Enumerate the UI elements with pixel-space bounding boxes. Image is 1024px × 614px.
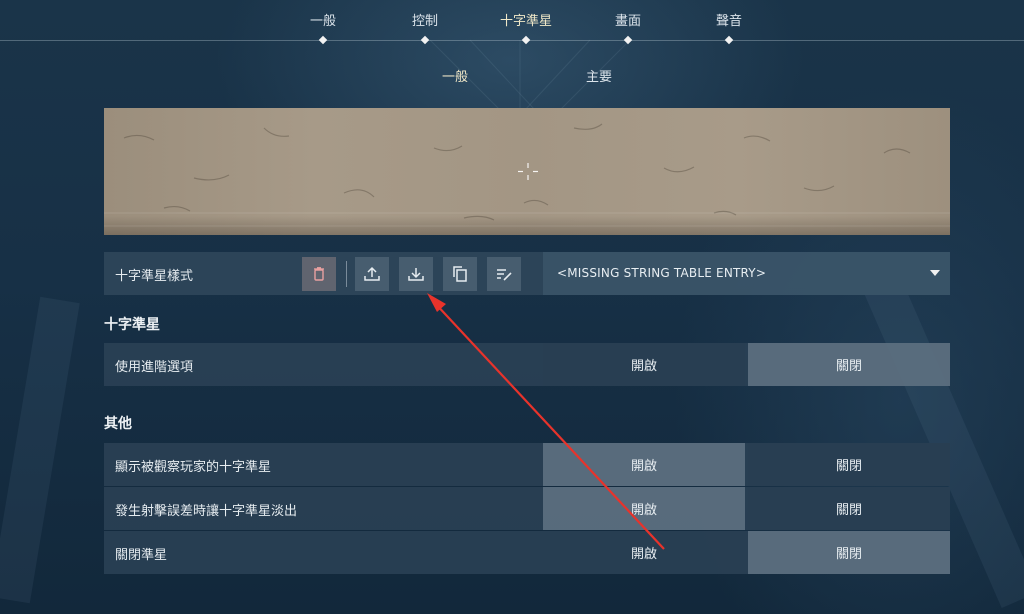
tab-marker-dot (420, 35, 430, 45)
toolbar-divider (346, 261, 347, 287)
tab-crosshair[interactable]: 十字準星 (486, 10, 566, 29)
setting-row-show-spectated-crosshair: 顯示被觀察玩家的十字準星 開啟 關閉 (104, 443, 950, 486)
crosshair-style-row: 十字準星樣式 <MISSING STRING TABLE ENTRY> (104, 252, 950, 295)
rename-profile-button[interactable] (487, 257, 521, 291)
duplicate-profile-button[interactable] (443, 257, 477, 291)
rename-icon (497, 269, 512, 281)
select-value: <MISSING STRING TABLE ENTRY> (557, 266, 767, 280)
toggle-off-button[interactable]: 關閉 (748, 487, 950, 530)
crosshair-profile-select[interactable]: <MISSING STRING TABLE ENTRY> (543, 252, 950, 295)
tab-marker-dot (521, 35, 531, 45)
section-title-crosshair: 十字準星 (104, 317, 160, 333)
tab-marker-dot (623, 35, 633, 45)
setting-label: 使用進階選項 (115, 360, 194, 375)
toggle-on-button[interactable]: 開啟 (543, 487, 745, 530)
trash-icon (314, 267, 324, 281)
subtab-primary[interactable]: 主要 (559, 66, 639, 85)
preview-wall-texture (104, 123, 950, 227)
setting-row-fade-on-firing-error: 發生射擊誤差時讓十字準星淡出 開啟 關閉 (104, 487, 950, 530)
crosshair-icon (518, 163, 538, 180)
export-profile-button[interactable] (355, 257, 389, 291)
download-icon (408, 268, 424, 281)
tab-controls[interactable]: 控制 (385, 10, 465, 29)
toggle-on-button[interactable]: 開啟 (543, 531, 745, 574)
tab-marker-dot (724, 35, 734, 45)
upload-icon (364, 266, 380, 281)
toggle-off-button[interactable]: 關閉 (748, 343, 950, 386)
section-title-other: 其他 (104, 416, 132, 432)
tab-general[interactable]: 一般 (283, 10, 363, 29)
tab-marker-dot (318, 35, 328, 45)
toggle-off-button[interactable]: 關閉 (748, 531, 950, 574)
nav-divider (0, 40, 1024, 41)
toggle-on-button[interactable]: 開啟 (543, 443, 745, 486)
top-navigation: 一般 控制 十字準星 畫面 聲音 (0, 0, 1024, 50)
crosshair-style-label: 十字準星樣式 (115, 269, 194, 284)
setting-label: 關閉準星 (115, 548, 168, 563)
setting-label: 發生射擊誤差時讓十字準星淡出 (115, 504, 298, 519)
import-profile-button[interactable] (399, 257, 433, 291)
chevron-down-icon (930, 270, 940, 276)
delete-profile-button[interactable] (302, 257, 336, 291)
toggle-off-button[interactable]: 關閉 (748, 443, 950, 486)
setting-label: 顯示被觀察玩家的十字準星 (115, 460, 272, 475)
tab-video[interactable]: 畫面 (588, 10, 668, 29)
crosshair-preview (104, 108, 950, 235)
setting-row-disable-crosshair: 關閉準星 開啟 關閉 (104, 531, 950, 574)
setting-row-advanced-options: 使用進階選項 開啟 關閉 (104, 343, 950, 386)
tab-audio[interactable]: 聲音 (689, 10, 769, 29)
subtab-general[interactable]: 一般 (415, 66, 495, 85)
toggle-on-button[interactable]: 開啟 (543, 343, 745, 386)
copy-icon (453, 266, 467, 282)
